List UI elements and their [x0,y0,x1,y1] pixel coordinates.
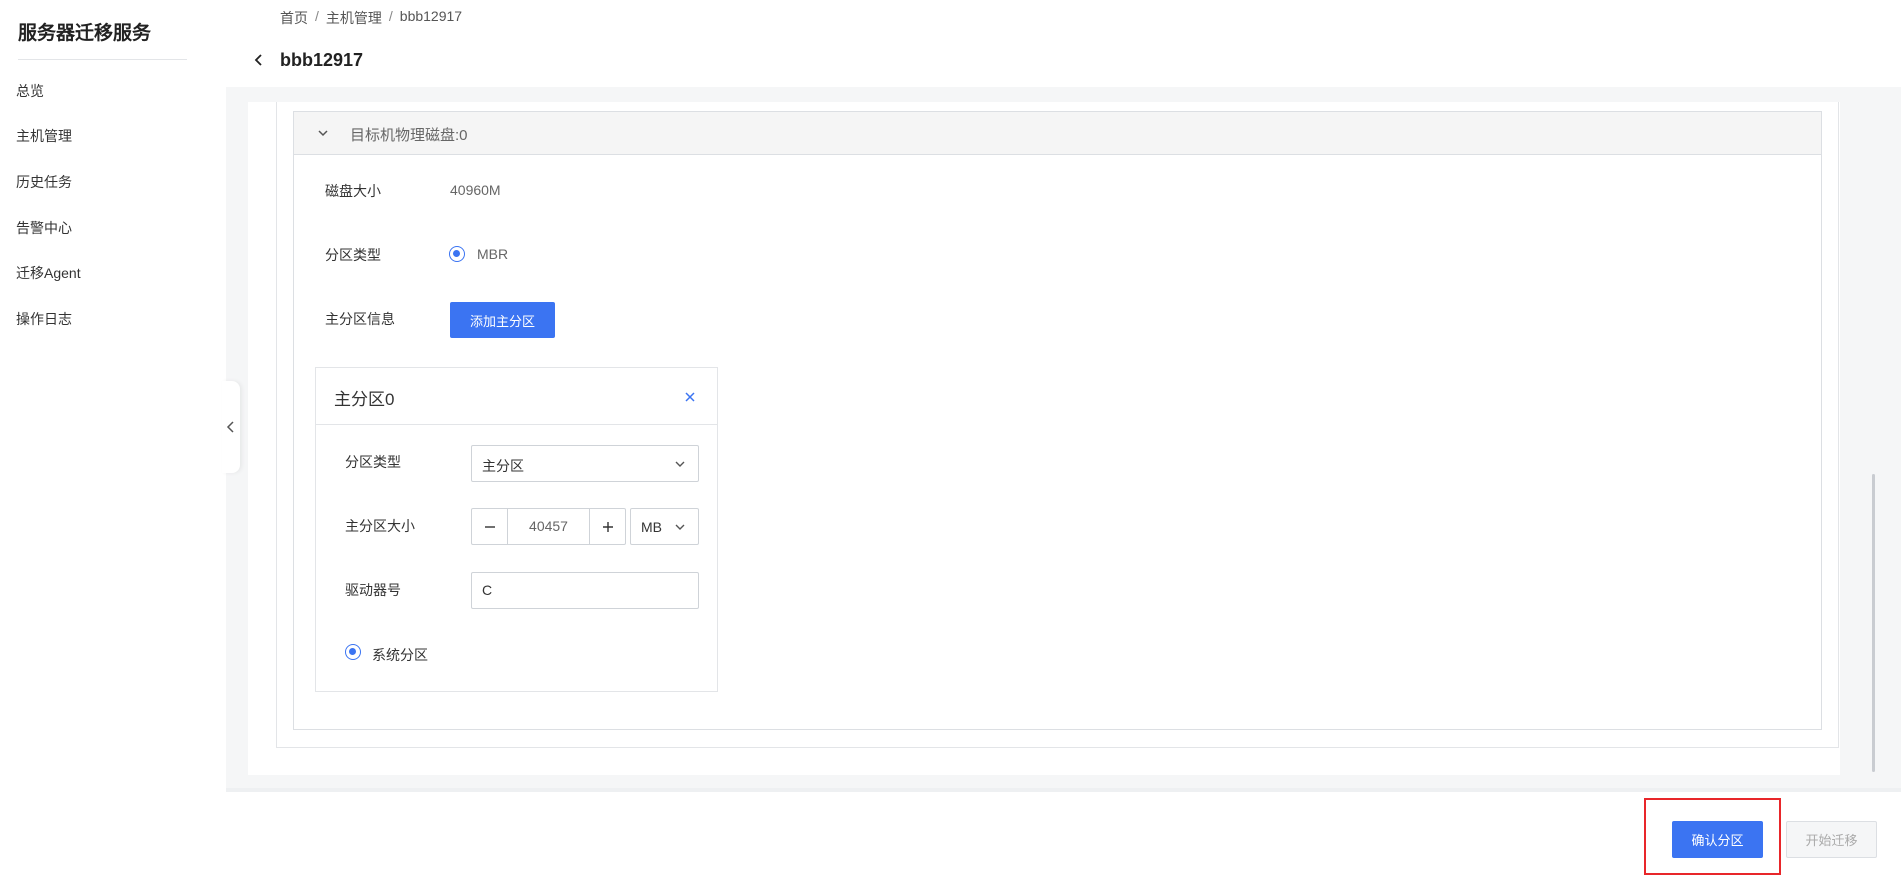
breadcrumb-host-management[interactable]: 主机管理 [326,8,382,28]
chevron-down-icon [675,461,685,467]
scrollbar[interactable] [1872,474,1875,772]
start-migration-button[interactable]: 开始迁移 [1786,821,1877,858]
sidebar: 服务器迁移服务 总览 主机管理 历史任务 告警中心 迁移Agent 操作日志 [0,0,226,877]
page-title: bbb12917 [280,50,364,70]
partition-type-field-label: 分区类型 [345,454,401,470]
size-unit-value: MB [641,519,662,535]
breadcrumb-current: bbb12917 [399,8,463,24]
sidebar-item-migration-agent[interactable]: 迁移Agent [16,263,81,283]
sidebar-item-host-management[interactable]: 主机管理 [16,126,72,146]
app-title: 服务器迁移服务 [18,23,152,44]
add-primary-partition-button[interactable]: 添加主分区 [450,302,555,338]
drive-letter-input[interactable]: C [471,572,699,609]
mbr-radio-label: MBR [477,246,509,262]
close-icon[interactable] [683,390,697,404]
sidebar-divider [18,59,187,60]
sidebar-collapse-button[interactable] [222,381,240,473]
breadcrumb-home[interactable]: 首页 [280,8,308,28]
sidebar-item-operation-log[interactable]: 操作日志 [16,309,72,329]
system-partition-radio[interactable] [345,644,361,660]
sidebar-item-alert-center[interactable]: 告警中心 [16,218,72,238]
breadcrumb-separator: / [315,8,319,24]
drive-letter-label: 驱动器号 [345,582,401,598]
partition-size-stepper: 40457 [471,508,626,545]
partition-card-header: 主分区0 [316,368,717,425]
sidebar-item-history-tasks[interactable]: 历史任务 [16,172,72,192]
breadcrumb: 首页 / 主机管理 / bbb12917 [280,8,462,28]
chevron-down-icon [675,524,685,530]
chevron-down-icon [318,130,328,137]
disk-card-header[interactable]: 目标机物理磁盘:0 [294,112,1821,155]
partition-type-label: 分区类型 [325,247,381,263]
highlight-box [1644,798,1781,875]
decrement-button[interactable] [472,509,508,544]
mbr-radio[interactable] [449,246,465,262]
partition-type-select-value: 主分区 [482,458,524,474]
breadcrumb-separator: / [388,8,393,24]
partition-size-input[interactable]: 40457 [509,509,588,544]
sidebar-item-overview[interactable]: 总览 [16,81,44,101]
disk-header-title: 目标机物理磁盘:0 [350,127,468,144]
chevron-left-icon [254,54,262,66]
partition-type-select[interactable]: 主分区 [471,445,699,482]
partition-title: 主分区0 [334,390,395,409]
chevron-left-icon [226,421,234,433]
page-header: 首页 / 主机管理 / bbb12917 bbb12917 [226,0,1901,87]
system-partition-label: 系统分区 [372,647,428,663]
disk-size-label: 磁盘大小 [325,183,381,199]
size-unit-select[interactable]: MB [630,508,699,545]
back-button[interactable] [250,51,268,69]
plus-icon [602,521,613,532]
increment-button[interactable] [589,509,625,544]
minus-icon [484,525,495,528]
disk-size-value: 40960M [450,182,501,198]
primary-partition-size-label: 主分区大小 [345,518,415,534]
primary-partition-info-label: 主分区信息 [325,311,395,327]
